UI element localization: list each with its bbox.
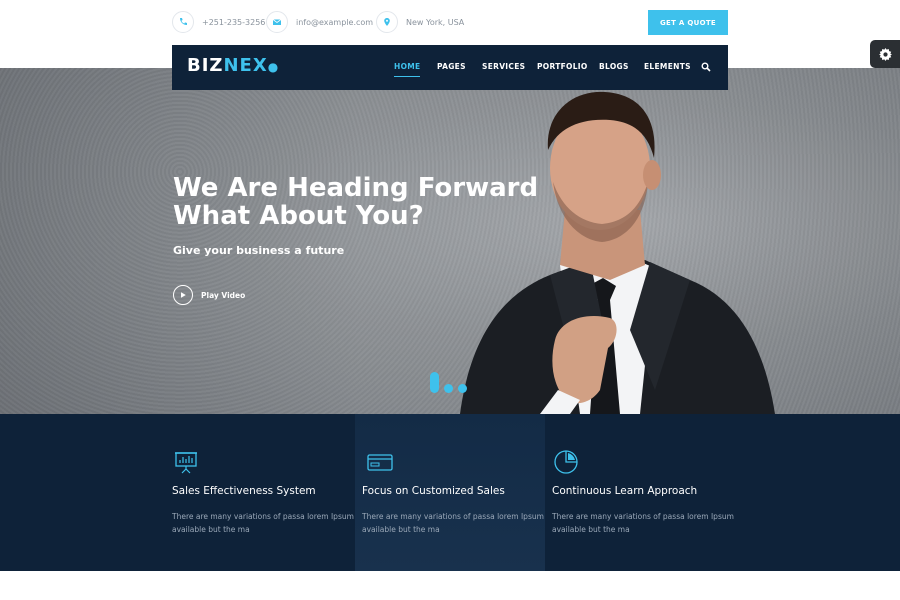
hero-slider: [0, 68, 900, 414]
top-bar: +251-235-3256 info@example.com New York,…: [0, 0, 900, 45]
phone-text: +251-235-3256: [202, 17, 266, 27]
slider-pagination: [430, 372, 467, 393]
hero-heading: We Are Heading Forward What About You?: [173, 174, 553, 230]
search-icon[interactable]: [701, 62, 711, 72]
slide-dot-3[interactable]: [458, 384, 467, 393]
slide-dot-2[interactable]: [444, 384, 453, 393]
hero-subtitle: Give your business a future: [173, 244, 345, 257]
play-video-label: Play Video: [201, 290, 246, 300]
nav-item-pages[interactable]: PAGES: [437, 62, 466, 71]
play-video-button[interactable]: Play Video: [173, 285, 245, 305]
logo-accent: NEX: [223, 55, 268, 76]
main-navbar: BIZNEX● HOME PAGES SERVICES PORTFOLIO BL…: [172, 45, 728, 90]
feature-title: Sales Effectiveness System: [172, 485, 316, 497]
page-bottom: [0, 571, 900, 600]
nav-item-services[interactable]: SERVICES: [482, 62, 525, 71]
gear-icon: [878, 47, 892, 61]
phone-contact[interactable]: +251-235-3256: [172, 11, 265, 33]
feature-description: There are many variations of passa lorem…: [552, 512, 734, 534]
feature-description: There are many variations of passa lorem…: [172, 512, 354, 534]
hero-heading-line-1: We Are Heading Forward: [173, 173, 539, 203]
nav-item-portfolio[interactable]: PORTFOLIO: [537, 62, 588, 71]
nav-item-blogs[interactable]: BLOGS: [599, 62, 629, 71]
settings-toggle[interactable]: [870, 40, 900, 68]
play-icon: [173, 285, 193, 305]
email-contact[interactable]: info@example.com: [266, 11, 373, 33]
logo[interactable]: BIZNEX●: [187, 55, 279, 76]
nav-item-elements[interactable]: ELEMENTS: [644, 62, 691, 71]
location-text: New York, USA: [406, 17, 465, 27]
credit-card-icon: [367, 454, 393, 471]
feature-card[interactable]: Focus on Customized Sales There are many…: [355, 414, 545, 571]
location-contact: New York, USA: [376, 11, 464, 33]
feature-title: Focus on Customized Sales: [362, 485, 505, 497]
phone-icon: [172, 11, 194, 33]
pie-chart-icon: [554, 450, 578, 474]
features-section: Sales Effectiveness System There are man…: [0, 414, 900, 571]
hero-heading-line-2: What About You?: [173, 201, 424, 231]
slide-dot-1[interactable]: [430, 372, 439, 393]
nav-item-home[interactable]: HOME: [394, 62, 421, 77]
feature-card[interactable]: Sales Effectiveness System There are man…: [172, 414, 362, 571]
logo-dot-icon: ●: [267, 60, 280, 74]
businessman-image: [460, 91, 775, 414]
feature-title: Continuous Learn Approach: [552, 485, 698, 497]
envelope-icon: [266, 11, 288, 33]
logo-main: BIZ: [187, 55, 224, 76]
map-pin-icon: [376, 11, 398, 33]
feature-card[interactable]: Continuous Learn Approach There are many…: [552, 414, 742, 571]
feature-description: There are many variations of passa lorem…: [362, 512, 544, 534]
presentation-chart-icon: [175, 452, 197, 474]
get-a-quote-button[interactable]: GET A QUOTE: [648, 10, 728, 35]
email-text: info@example.com: [296, 17, 374, 27]
